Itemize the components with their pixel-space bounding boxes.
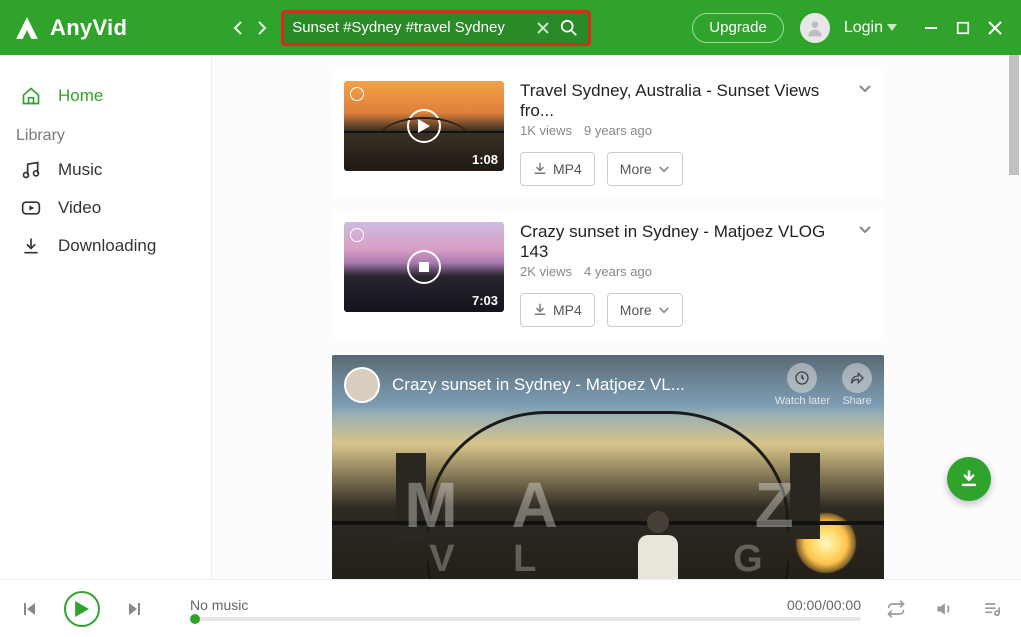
more-label: More [620, 302, 652, 318]
player-bar: No music 00:00/00:00 [0, 579, 1021, 637]
result-title[interactable]: Travel Sydney, Australia - Sunset Views … [520, 81, 850, 121]
avatar[interactable] [800, 13, 830, 43]
upgrade-button[interactable]: Upgrade [692, 13, 784, 43]
video-icon [20, 197, 42, 219]
chevron-down-icon [658, 302, 670, 318]
share-button[interactable]: Share [842, 363, 872, 407]
download-fab[interactable] [947, 457, 991, 501]
window-maximize-button[interactable] [953, 18, 973, 38]
views-text: 1K views [520, 123, 572, 138]
playlist-button[interactable] [979, 596, 1005, 622]
result-card: 1:08 Travel Sydney, Australia - Sunset V… [332, 69, 884, 198]
chevron-down-icon[interactable] [858, 81, 872, 99]
result-thumbnail[interactable]: 7:03 [344, 222, 504, 312]
time-label: 00:00/00:00 [787, 597, 861, 613]
format-label: MP4 [553, 302, 582, 318]
chevron-down-icon[interactable] [858, 222, 872, 240]
previous-track-button[interactable] [16, 596, 42, 622]
views-text: 2K views [520, 264, 572, 279]
music-icon [20, 159, 42, 181]
sidebar-section-label: Library [0, 115, 211, 151]
seek-handle[interactable] [190, 614, 200, 624]
nav-forward-button[interactable] [251, 17, 273, 39]
window-minimize-button[interactable] [921, 18, 941, 38]
seek-bar[interactable] [190, 617, 861, 621]
result-title[interactable]: Crazy sunset in Sydney - Matjoez VLOG 14… [520, 222, 850, 262]
watch-later-label: Watch later [775, 395, 830, 407]
app-header: AnyVid Upgrade Login [0, 0, 1021, 55]
format-button[interactable]: MP4 [520, 152, 595, 186]
result-card: 7:03 Crazy sunset in Sydney - Matjoez VL… [332, 210, 884, 339]
sidebar-item-music[interactable]: Music [0, 151, 211, 189]
share-label: Share [842, 395, 871, 407]
video-watermark: V L G [332, 538, 884, 579]
sidebar-item-label: Home [58, 86, 103, 106]
video-watermark: M A Z [332, 468, 884, 542]
stop-overlay-icon [407, 250, 441, 284]
sidebar-item-label: Music [58, 160, 102, 180]
volume-button[interactable] [931, 596, 957, 622]
sidebar-item-downloading[interactable]: Downloading [0, 227, 211, 265]
play-overlay-icon [407, 109, 441, 143]
play-button[interactable] [64, 591, 100, 627]
watch-later-button[interactable]: Watch later [775, 363, 830, 407]
duration-badge: 7:03 [472, 293, 498, 308]
nav-back-button[interactable] [227, 17, 249, 39]
chevron-down-icon [887, 19, 897, 37]
age-text: 9 years ago [584, 123, 652, 138]
result-thumbnail[interactable]: 1:08 [344, 81, 504, 171]
sidebar-item-label: Downloading [58, 236, 156, 256]
sidebar: Home Library Music Video Downloading [0, 55, 212, 579]
search-button[interactable] [558, 17, 580, 39]
brand-name: AnyVid [50, 15, 127, 41]
content-area: 1:08 Travel Sydney, Australia - Sunset V… [212, 55, 1021, 579]
sidebar-item-home[interactable]: Home [0, 77, 211, 115]
video-player[interactable]: M A Z V L G Crazy sunset in Sydney - Mat… [332, 355, 884, 579]
login-label: Login [844, 19, 883, 37]
format-label: MP4 [553, 161, 582, 177]
clear-search-button[interactable] [532, 17, 554, 39]
chevron-down-icon [658, 161, 670, 177]
home-icon [20, 85, 42, 107]
search-box [281, 10, 591, 46]
now-playing-label: No music [190, 597, 248, 613]
more-label: More [620, 161, 652, 177]
logo-icon [14, 15, 40, 41]
more-button[interactable]: More [607, 152, 683, 186]
window-close-button[interactable] [985, 18, 1005, 38]
age-text: 4 years ago [584, 264, 652, 279]
sidebar-item-video[interactable]: Video [0, 189, 211, 227]
scrollbar[interactable] [1009, 55, 1019, 175]
download-arrow-icon [533, 161, 547, 178]
login-button[interactable]: Login [844, 19, 897, 37]
sidebar-item-label: Video [58, 198, 101, 218]
download-arrow-icon [533, 302, 547, 319]
select-circle[interactable] [350, 228, 364, 242]
select-circle[interactable] [350, 87, 364, 101]
repeat-button[interactable] [883, 596, 909, 622]
download-icon [20, 235, 42, 257]
duration-badge: 1:08 [472, 152, 498, 167]
app-logo: AnyVid [14, 15, 127, 41]
next-track-button[interactable] [122, 596, 148, 622]
player-title: Crazy sunset in Sydney - Matjoez VL... [392, 375, 763, 395]
more-button[interactable]: More [607, 293, 683, 327]
channel-avatar[interactable] [344, 367, 380, 403]
search-input[interactable] [292, 19, 528, 36]
format-button[interactable]: MP4 [520, 293, 595, 327]
